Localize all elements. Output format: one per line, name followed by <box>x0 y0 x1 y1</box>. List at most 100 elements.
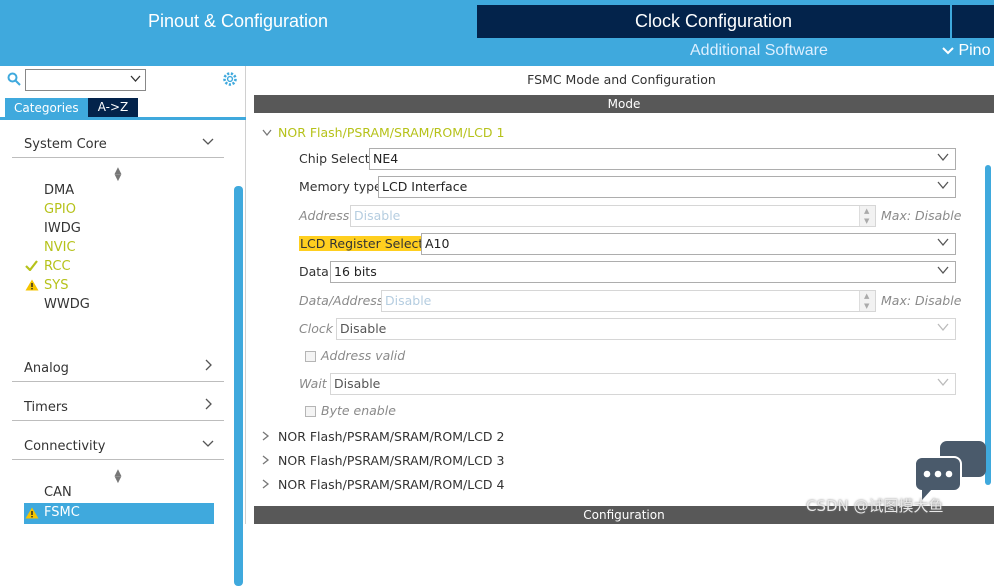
list-item-sys[interactable]: SYS <box>44 278 68 297</box>
lcd-register-select-label: LCD Register Select <box>299 236 425 251</box>
gear-icon[interactable] <box>221 70 239 88</box>
watermark: CSDN @试图摸大鱼 <box>806 497 944 515</box>
section-label: NOR Flash/PSRAM/SRAM/ROM/LCD 1 <box>278 125 505 140</box>
search-input[interactable] <box>25 69 146 91</box>
chip-select-dropdown[interactable]: NE4 <box>369 148 956 170</box>
list-item-rcc[interactable]: RCC <box>44 259 71 278</box>
spinner-value: Disable <box>354 208 401 223</box>
chevron-right-icon <box>262 455 278 468</box>
section-lcd2[interactable]: NOR Flash/PSRAM/SRAM/ROM/LCD 2 <box>262 429 504 444</box>
scrollbar[interactable] <box>234 186 243 586</box>
warning-icon <box>25 279 39 294</box>
section-label: NOR Flash/PSRAM/SRAM/ROM/LCD 2 <box>278 429 505 444</box>
chevron-right-icon <box>262 431 278 444</box>
chat-bubble-icon[interactable] <box>914 440 988 502</box>
warning-icon <box>25 507 39 522</box>
clock-label: Clock <box>299 321 333 336</box>
select-value: LCD Interface <box>382 179 468 194</box>
mode-configuration-panel: FSMC Mode and Configuration Mode NOR Fla… <box>254 66 994 524</box>
list-item-gpio[interactable]: GPIO <box>44 202 76 221</box>
chevron-down-icon <box>937 151 949 165</box>
scrollbar[interactable] <box>985 165 991 485</box>
select-value: A10 <box>425 236 450 251</box>
categories-panel: Categories A->Z System Core ▲ ▼ DMA GPIO … <box>0 66 246 586</box>
sub-tab-bar: Additional Software Pino <box>0 38 994 66</box>
byte-enable-label: Byte enable <box>321 403 396 418</box>
tab-overflow[interactable] <box>952 5 994 38</box>
pinout-view-dropdown[interactable]: Pino <box>942 42 990 60</box>
chevron-right-icon <box>262 479 278 492</box>
list-item-wwdg[interactable]: WWDG <box>44 297 90 316</box>
chevron-right-icon <box>204 359 214 375</box>
select-value: NE4 <box>373 151 399 166</box>
list-item-dma[interactable]: DMA <box>44 183 74 202</box>
tab-a-z[interactable]: A->Z <box>87 98 139 117</box>
group-connectivity[interactable]: Connectivity <box>12 434 224 460</box>
memory-type-dropdown[interactable]: LCD Interface <box>378 176 956 198</box>
clock-dropdown[interactable]: Disable <box>336 318 956 340</box>
list-item-can[interactable]: CAN <box>44 485 72 504</box>
spinner-buttons[interactable]: ▲ ▼ <box>859 206 875 226</box>
select-value: Disable <box>334 376 381 391</box>
section-lcd4[interactable]: NOR Flash/PSRAM/SRAM/ROM/LCD 4 <box>262 477 504 492</box>
list-item-iwdg[interactable]: IWDG <box>44 221 81 240</box>
spinner-buttons[interactable]: ▲ ▼ <box>859 291 875 311</box>
section-label: NOR Flash/PSRAM/SRAM/ROM/LCD 3 <box>278 453 505 468</box>
group-analog[interactable]: Analog <box>12 356 224 382</box>
address-max-label: Max: Disable <box>881 208 962 223</box>
list-item-nvic[interactable]: NVIC <box>44 240 76 259</box>
lcd-register-select-dropdown[interactable]: A10 <box>421 233 956 255</box>
group-system-core[interactable]: System Core <box>12 132 224 158</box>
group-label: Connectivity <box>24 439 106 454</box>
chevron-down-icon <box>937 376 949 390</box>
chevron-down-icon[interactable] <box>130 73 141 86</box>
sort-icon[interactable]: ▲ ▼ <box>112 469 124 485</box>
group-label: System Core <box>24 137 107 152</box>
wait-dropdown[interactable]: Disable <box>330 373 956 395</box>
data-address-spinner[interactable]: Disable ▲ ▼ <box>381 290 876 312</box>
byte-enable-checkbox[interactable] <box>305 406 316 417</box>
chevron-down-icon <box>942 42 958 59</box>
search-icon <box>7 72 21 86</box>
section-lcd1[interactable]: NOR Flash/PSRAM/SRAM/ROM/LCD 1 <box>262 125 504 140</box>
divider <box>0 117 246 120</box>
spinner-value: Disable <box>385 293 432 308</box>
chevron-down-icon <box>202 135 214 151</box>
additional-software-link[interactable]: Additional Software <box>690 42 828 60</box>
group-label: Analog <box>24 361 69 376</box>
group-timers[interactable]: Timers <box>12 395 224 421</box>
chevron-down-icon <box>937 179 949 193</box>
tab-categories[interactable]: Categories <box>5 98 88 117</box>
chevron-right-icon <box>204 398 214 414</box>
address-valid-label: Address valid <box>321 348 406 363</box>
data-address-label: Data/Address <box>299 293 384 308</box>
select-value: Disable <box>340 321 387 336</box>
mode-header: Mode <box>254 95 994 113</box>
chevron-down-icon <box>937 264 949 278</box>
chevron-down-icon <box>937 321 949 335</box>
address-valid-checkbox[interactable] <box>305 351 316 362</box>
chip-select-label: Chip Select <box>299 151 370 166</box>
tab-pinout-configuration[interactable]: Pinout & Configuration <box>0 5 476 38</box>
chevron-down-icon <box>937 236 949 250</box>
panel-title: FSMC Mode and Configuration <box>527 72 716 87</box>
group-label: Timers <box>24 400 68 415</box>
address-spinner[interactable]: Disable ▲ ▼ <box>350 205 876 227</box>
memory-type-label: Memory type <box>299 179 382 194</box>
chevron-down-icon <box>202 437 214 453</box>
data-address-max-label: Max: Disable <box>881 293 962 308</box>
category-tabs: Categories A->Z <box>5 98 139 117</box>
address-label: Address <box>299 208 350 223</box>
sort-icon[interactable]: ▲ ▼ <box>112 167 124 183</box>
highlighted-label: LCD Register Select <box>299 236 425 251</box>
data-label: Data <box>299 264 329 279</box>
pinout-view-label: Pino <box>958 42 991 59</box>
wait-label: Wait <box>299 376 327 391</box>
mode-area: NOR Flash/PSRAM/SRAM/ROM/LCD 1 Chip Sele… <box>254 113 994 506</box>
tab-clock-configuration[interactable]: Clock Configuration <box>477 5 950 38</box>
list-item-fsmc[interactable]: FSMC <box>44 505 80 524</box>
data-width-dropdown[interactable]: 16 bits <box>330 261 956 283</box>
section-lcd3[interactable]: NOR Flash/PSRAM/SRAM/ROM/LCD 3 <box>262 453 504 468</box>
section-label: NOR Flash/PSRAM/SRAM/ROM/LCD 4 <box>278 477 505 492</box>
select-value: 16 bits <box>334 264 377 279</box>
